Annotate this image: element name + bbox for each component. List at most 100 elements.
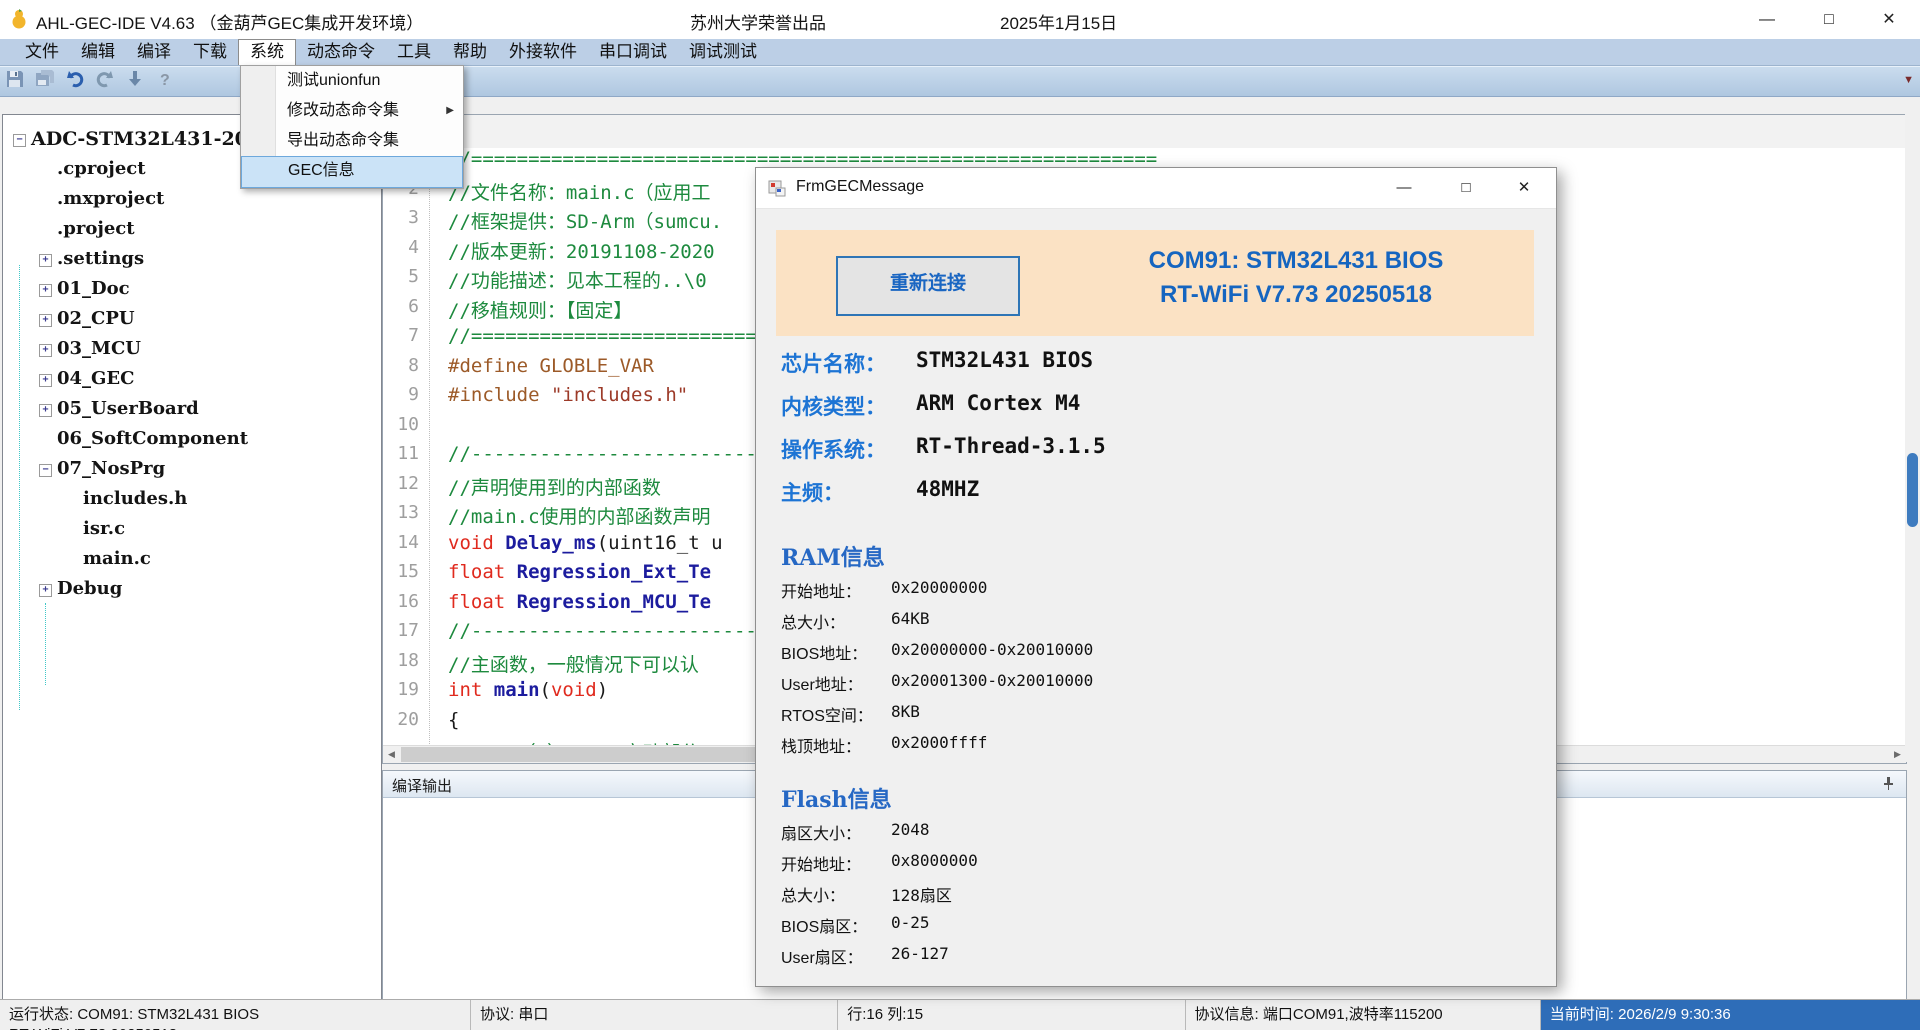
window-publisher: 苏州大学荣誉出品	[690, 9, 826, 34]
status-text: 运行状态: COM91: STM32L431 BIOS	[0, 1000, 470, 1025]
dialog-info-row: 主频： 48MHZ	[756, 477, 1556, 509]
memory-row: 总大小： 64KB	[756, 609, 1556, 635]
connection-info: COM91: STM32L431 BIOS RT-WiFi V7.73 2025…	[1076, 244, 1516, 312]
memory-row: 总大小：128扇区	[756, 882, 1556, 908]
expand-icon[interactable]: +	[39, 254, 52, 267]
tree-item-label: 05_UserBoard	[57, 398, 199, 419]
help-icon[interactable]: ?	[153, 69, 177, 93]
menu-item-串口调试[interactable]: 串口调试	[588, 39, 678, 65]
app-logo-icon	[8, 8, 30, 30]
code-token: #include	[448, 384, 551, 406]
line-number: 17	[383, 620, 429, 650]
memory-value: 128扇区	[891, 882, 952, 906]
tree-item-label: includes.h	[83, 488, 187, 509]
menu-item-外接软件[interactable]: 外接软件	[498, 39, 588, 65]
info-value: 48MHZ	[916, 477, 979, 501]
connection-banner: 重新连接 COM91: STM32L431 BIOS RT-WiFi V7.73…	[776, 230, 1534, 336]
status-subtext: RT-WiFi V7.73 20250518	[0, 1025, 470, 1030]
system-menu-item-修改动态命令集[interactable]: 修改动态命令集▶	[241, 96, 463, 126]
toolbar-icons: ?	[0, 67, 180, 84]
redo-icon[interactable]	[93, 69, 117, 93]
memory-row: User地址：0x20001300-0x20010000	[756, 671, 1556, 697]
tree-item-label: .mxproject	[57, 188, 164, 209]
save-all-icon[interactable]	[33, 69, 57, 93]
expand-icon[interactable]: +	[39, 374, 52, 387]
code-token: )	[597, 679, 608, 701]
menu-item-编译[interactable]: 编译	[126, 39, 182, 65]
undo-icon[interactable]	[63, 69, 87, 93]
line-number: 8	[383, 355, 429, 385]
collapse-icon[interactable]: −	[13, 134, 26, 147]
section-heading: Flash信息	[781, 782, 892, 814]
tree-item-label: 02_CPU	[57, 308, 135, 329]
tree-item-label: .cproject	[57, 158, 146, 179]
line-number: 9	[383, 384, 429, 414]
collapse-icon[interactable]: −	[39, 464, 52, 477]
expand-icon[interactable]: +	[39, 314, 52, 327]
dialog-minimize-button[interactable]: —	[1376, 168, 1432, 208]
info-label: 主频：	[781, 477, 844, 507]
reconnect-button[interactable]: 重新连接	[836, 256, 1020, 316]
memory-row: BIOS地址：0x20000000-0x20010000	[756, 640, 1556, 666]
memory-row: 开始地址：0x8000000	[756, 851, 1556, 877]
menu-item-编辑[interactable]: 编辑	[70, 39, 126, 65]
download-icon[interactable]	[123, 69, 147, 93]
menu-item-下载[interactable]: 下载	[182, 39, 238, 65]
dialog-maximize-button[interactable]: □	[1438, 168, 1494, 208]
memory-value: 0x8000000	[891, 851, 978, 870]
expand-icon[interactable]: +	[39, 584, 52, 597]
toolbar-overflow-icon[interactable]: ▼	[1903, 74, 1914, 86]
memory-label: BIOS地址：	[781, 640, 867, 664]
memory-label: 总大小：	[781, 609, 845, 633]
code-token: Regression_Ext_Te	[517, 561, 711, 583]
scroll-left-icon[interactable]: ◀	[383, 746, 400, 763]
save-icon[interactable]	[3, 69, 27, 93]
system-menu-item-导出动态命令集[interactable]: 导出动态命令集	[241, 126, 463, 156]
gec-message-dialog: FrmGECMessage — □ ✕ 重新连接 COM91: STM32L43…	[755, 167, 1557, 987]
menu-item-文件[interactable]: 文件	[14, 39, 70, 65]
menu-item-系统[interactable]: 系统	[238, 39, 296, 65]
vertical-scrollbar[interactable]	[1905, 114, 1920, 762]
menu-item-动态命令[interactable]: 动态命令	[296, 39, 386, 65]
pin-icon[interactable]	[1880, 775, 1896, 796]
code-token: Regression_MCU_Te	[517, 591, 711, 613]
scroll-right-icon[interactable]: ▶	[1889, 746, 1906, 763]
system-menu-item-GEC信息[interactable]: GEC信息	[241, 156, 463, 188]
code-token: int	[448, 679, 494, 701]
maximize-button[interactable]: □	[1800, 0, 1858, 39]
dialog-close-button[interactable]: ✕	[1496, 168, 1552, 208]
tree-guide-line	[45, 603, 46, 685]
line-number: 15	[383, 561, 429, 591]
line-number: 6	[383, 296, 429, 326]
svg-text:?: ?	[160, 72, 170, 89]
menu-item-工具[interactable]: 工具	[386, 39, 442, 65]
info-label: 内核类型：	[781, 391, 886, 421]
memory-value: 0x20000000	[891, 578, 987, 597]
minimize-button[interactable]: —	[1738, 0, 1796, 39]
info-value: ARM Cortex M4	[916, 391, 1080, 415]
menu-item-调试测试[interactable]: 调试测试	[678, 39, 768, 65]
menu-item-帮助[interactable]: 帮助	[442, 39, 498, 65]
line-number: 7	[383, 325, 429, 355]
code-token: //文件名称：main.c（应用工	[448, 182, 711, 204]
expand-icon[interactable]: +	[39, 344, 52, 357]
vertical-scroll-thumb[interactable]	[1907, 453, 1918, 527]
connection-line2: RT-WiFi V7.73 20250518	[1076, 278, 1516, 312]
form-icon	[768, 178, 788, 198]
memory-label: 开始地址：	[781, 578, 861, 602]
project-tree-panel: −ADC-STM32L431-202206.cproject.mxproject…	[2, 114, 382, 1001]
tree-item-label: Debug	[57, 578, 122, 599]
memory-value: 0x20001300-0x20010000	[891, 671, 1093, 690]
menu-items: 文件编辑编译下载系统动态命令工具帮助外接软件串口调试调试测试	[0, 39, 1920, 65]
memory-value: 64KB	[891, 609, 930, 628]
close-button[interactable]: ✕	[1860, 0, 1918, 39]
code-token: //移植规则：【固定】	[448, 300, 632, 322]
expand-icon[interactable]: +	[39, 284, 52, 297]
expand-icon[interactable]: +	[39, 404, 52, 417]
memory-value: 8KB	[891, 702, 920, 721]
tree-item-label: 01_Doc	[57, 278, 130, 299]
code-token: //声明使用到的内部函数	[448, 477, 661, 499]
memory-value: 0-25	[891, 913, 930, 932]
tree-item-label: .settings	[57, 248, 144, 269]
system-menu-item-测试unionfun[interactable]: 测试unionfun	[241, 66, 463, 96]
